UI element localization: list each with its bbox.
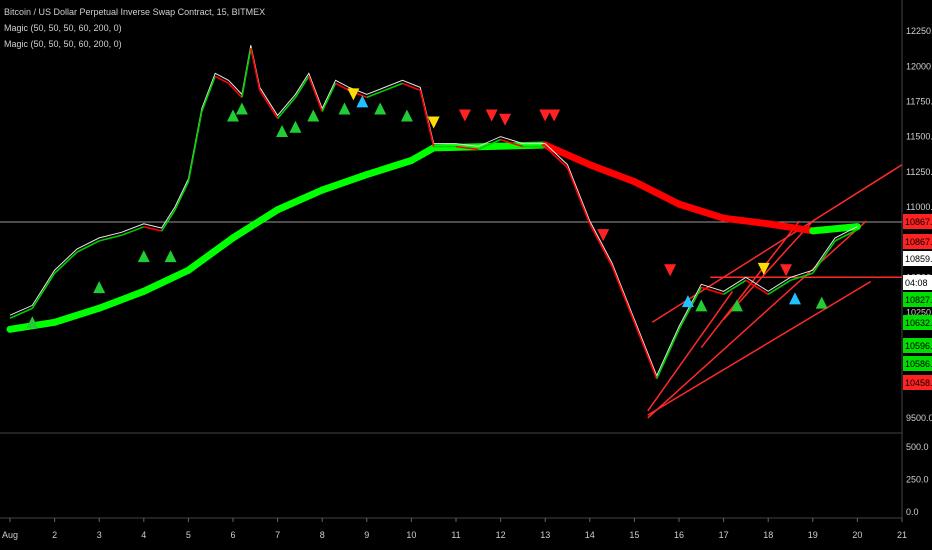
time-tick-label: 20 [852,530,862,540]
price-chart[interactable]: 12250.012000.011750.011500.011250.011000… [0,0,932,550]
price-tick-label: 11500.0 [906,132,932,142]
price-label-text: 10586.5 [905,359,932,369]
time-tick-label: 4 [141,530,146,540]
time-tick-label: Aug [2,530,18,540]
price-label-text: 10458.5 [905,378,932,388]
indicator-legend-2[interactable]: Magic (50, 50, 50, 60, 200, 0) [4,36,265,52]
time-tick-label: 8 [320,530,325,540]
price-label: 10632.0 [903,315,932,330]
price-label-text: 10859.0 [905,254,932,264]
time-tick-label: 19 [808,530,818,540]
time-tick-label: 5 [186,530,191,540]
time-tick-label: 17 [719,530,729,540]
time-tick-label: 21 [897,530,907,540]
price-tick-label: 9500.0 [906,413,932,423]
price-label: 10867.5 [903,214,932,229]
time-tick-label: 10 [406,530,416,540]
price-label: 10458.5 [903,375,932,390]
time-tick-label: 13 [540,530,550,540]
price-label: 10586.5 [903,356,932,371]
time-tick-label: 18 [763,530,773,540]
time-tick-label: 7 [275,530,280,540]
price-label-text: 10596.5 [905,341,932,351]
price-label-text: 10867.5 [905,217,932,227]
time-tick-label: 15 [629,530,639,540]
price-label: 10596.5 [903,338,932,353]
price-label-text: 10827.0 [905,295,932,305]
time-tick-label: 14 [585,530,595,540]
price-tick-label: 11750.0 [906,96,932,106]
time-tick-label: 12 [496,530,506,540]
time-tick-label: 11 [451,530,460,540]
price-tick-label: 12250.0 [906,26,932,36]
price-tick-label: 11000.0 [906,202,932,212]
volume-tick-label: 250.0 [906,475,929,485]
time-tick-label: 3 [97,530,102,540]
price-label: 10827.0 [903,292,932,307]
price-tick-label: 11250.0 [906,167,932,177]
price-label: 04:08 [903,275,932,290]
volume-tick-label: 500.0 [906,442,929,452]
price-label: 10859.0 [903,251,932,266]
price-label-text: 10867.5 [905,237,932,247]
price-tick-label: 12000.0 [906,61,932,71]
price-label: 10867.5 [903,234,932,249]
time-tick-label: 9 [364,530,369,540]
time-tick-label: 16 [674,530,684,540]
indicator-legend-1[interactable]: Magic (50, 50, 50, 60, 200, 0) [4,20,265,36]
volume-tick-label: 0.0 [906,507,919,517]
price-label-text: 10632.0 [905,318,932,328]
time-tick-label: 2 [52,530,57,540]
price-label-text: 04:08 [905,278,928,288]
symbol-title[interactable]: Bitcoin / US Dollar Perpetual Inverse Sw… [4,4,265,20]
time-tick-label: 6 [230,530,235,540]
chart-legend: Bitcoin / US Dollar Perpetual Inverse Sw… [4,4,265,52]
